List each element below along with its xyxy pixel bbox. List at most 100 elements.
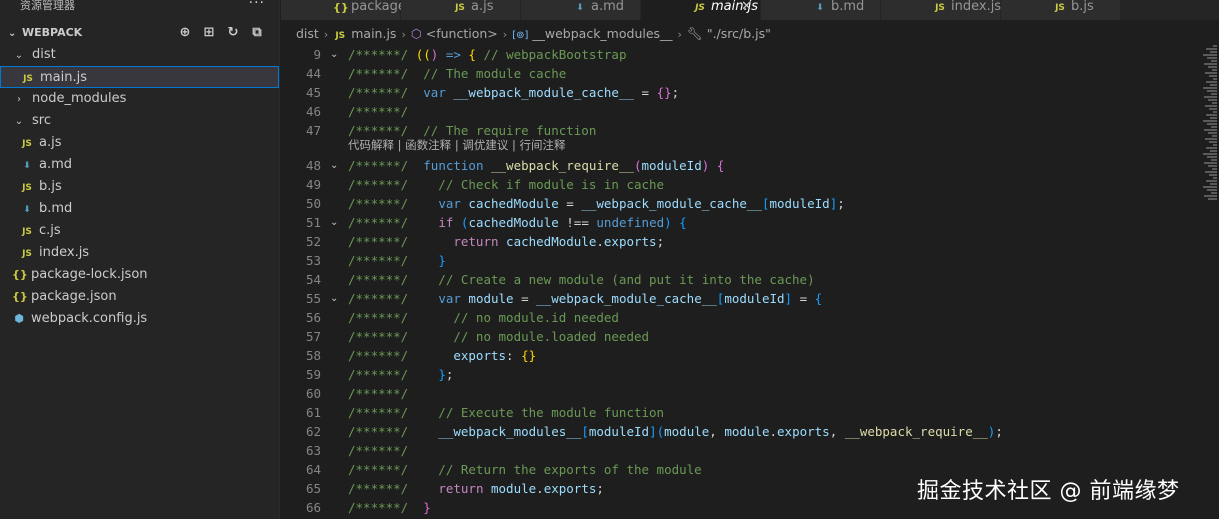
collapse-all-icon[interactable]: ⧉ (249, 22, 265, 44)
code-text: /******/ var __webpack_module_cache__ = … (348, 83, 679, 102)
code-line: 54 /******/ // Create a new module (and p… (281, 270, 1181, 289)
code-token: var (438, 196, 461, 211)
code-token: { (709, 158, 725, 173)
code-editor[interactable]: 代码解释 | 函数注释 | 调优建议 | 行间注释 9 ⌄/******/ (()… (281, 45, 1219, 519)
more-actions-icon[interactable]: ··· (249, 0, 265, 10)
breadcrumb-modules[interactable]: __webpack_modules__ (532, 26, 672, 41)
folder-item[interactable]: ⌄ dist (0, 44, 279, 66)
refresh-icon[interactable]: ↻ (225, 22, 241, 44)
code-token: = (634, 85, 657, 100)
line-number: 55 (305, 291, 321, 306)
tree-item-label: package.json (31, 289, 117, 304)
code-token: /******/ (348, 367, 439, 382)
tree-item-label: a.md (39, 157, 73, 172)
tree-item-label: dist (32, 47, 56, 62)
code-token: ; (995, 424, 1003, 439)
tab-main-js[interactable]: JS main.js ✕ (641, 0, 761, 20)
code-text: /******/ return cachedModule.exports; (348, 232, 664, 251)
breadcrumb-function[interactable]: <function> (426, 26, 498, 41)
minimap-line (1203, 54, 1217, 56)
tab-a-md[interactable]: ⬇ a.md (521, 0, 641, 20)
new-folder-icon[interactable]: ⊞ (201, 22, 217, 44)
breadcrumb-separator-icon: › (677, 28, 682, 41)
fold-chevron-icon[interactable]: ⌄ (330, 45, 338, 64)
code-text: /******/ return module.exports; (348, 479, 604, 498)
code-line: 48 ⌄ /******/ function __webpack_require__… (281, 156, 1181, 175)
minimap-line (1211, 159, 1217, 161)
tree-item-label: node_modules (32, 91, 127, 106)
file-item[interactable]: JS b.js (0, 176, 279, 198)
line-number: 53 (305, 253, 321, 268)
minimap-line (1211, 126, 1217, 128)
file-item[interactable]: ⬢ webpack.config.js (0, 308, 279, 330)
minimap-line (1203, 153, 1217, 155)
file-item[interactable]: {} package.json (0, 286, 279, 308)
file-item[interactable]: JS main.js (0, 66, 279, 88)
code-token: ] (649, 424, 657, 439)
minimap-line (1206, 180, 1217, 182)
code-token: . (596, 234, 604, 249)
tab-b-js[interactable]: JS b.js (1001, 0, 1121, 20)
tree-item-label: b.md (39, 201, 73, 216)
line-number: 62 (305, 424, 321, 439)
js-file-icon: JS (23, 74, 33, 84)
new-file-icon[interactable]: ⊕ (177, 22, 193, 44)
code-token: } (438, 367, 446, 382)
close-icon[interactable]: ✕ (741, 0, 752, 14)
code-token: ) (664, 215, 672, 230)
code-text: /******/ // no module.loaded needed (348, 327, 649, 346)
folder-item[interactable]: ⌄ src (0, 110, 279, 132)
tab-b-md[interactable]: ⬇ b.md (761, 0, 881, 20)
breadcrumb-file[interactable]: main.js (351, 26, 396, 41)
tab-a-js[interactable]: JS a.js (401, 0, 521, 20)
file-item[interactable]: JS a.js (0, 132, 279, 154)
folder-item[interactable]: › node_modules (0, 88, 279, 110)
code-text: /******/ } (348, 251, 446, 270)
file-item[interactable]: ⬇ b.md (0, 198, 279, 220)
code-line: 51 ⌄ /******/ if (cachedModule !== undefin… (281, 213, 1181, 232)
code-token: {} (521, 348, 537, 363)
breadcrumb-folder[interactable]: dist (296, 26, 319, 41)
line-number: 65 (305, 481, 321, 496)
code-text: /******/ // Check if module is in cache (348, 175, 664, 194)
minimap-line (1203, 87, 1217, 89)
workspace-section-header[interactable]: ⌄ WEBPACK ⊕ ⊞ ↻ ⧉ (0, 22, 279, 44)
code-token: /******/ // no module.loaded needed (348, 329, 650, 344)
minimap-line (1205, 171, 1217, 173)
code-token: cachedModule (460, 196, 559, 211)
code-token: /******/ // Create a new module (and put… (348, 272, 815, 287)
code-line: 45 /******/ var __webpack_module_cache__ … (281, 83, 1181, 102)
breadcrumb-path[interactable]: "./src/b.js" (707, 26, 771, 41)
line-number: 49 (305, 177, 321, 192)
minimap-line (1204, 162, 1217, 164)
code-text: /******/ // Execute the module function (348, 403, 664, 422)
minimap-line (1211, 93, 1217, 95)
line-number: 59 (305, 367, 321, 382)
line-number: 50 (305, 196, 321, 211)
line-number: 61 (305, 405, 321, 420)
code-token: ] (784, 291, 793, 306)
tab-index-js[interactable]: JS index.js (881, 0, 1001, 20)
file-item[interactable]: JS c.js (0, 220, 279, 242)
minimap-line (1206, 48, 1217, 50)
minimap-line (1210, 117, 1217, 119)
minimap-line (1213, 111, 1217, 113)
tab-package-json[interactable]: {} package.json (281, 0, 437, 20)
code-token: /******/ // Check if module is in cache (348, 177, 665, 192)
file-item[interactable]: {} package-lock.json (0, 264, 279, 286)
line-number: 66 (305, 500, 321, 515)
line-number: 46 (305, 104, 321, 119)
file-item[interactable]: ⬇ a.md (0, 154, 279, 176)
code-token: __webpack_require__ (844, 424, 988, 439)
code-token: = (558, 196, 582, 211)
minimap-line (1204, 195, 1217, 197)
minimap-line (1212, 102, 1217, 104)
fold-chevron-icon[interactable]: ⌄ (330, 156, 338, 175)
fold-chevron-icon[interactable]: ⌄ (330, 289, 338, 308)
minimap-line (1209, 108, 1217, 110)
js-file-icon: JS (1055, 3, 1065, 13)
file-item[interactable]: JS index.js (0, 242, 279, 264)
fold-chevron-icon[interactable]: ⌄ (330, 213, 338, 232)
minimap[interactable] (1203, 45, 1219, 205)
code-token: exports (453, 348, 507, 363)
